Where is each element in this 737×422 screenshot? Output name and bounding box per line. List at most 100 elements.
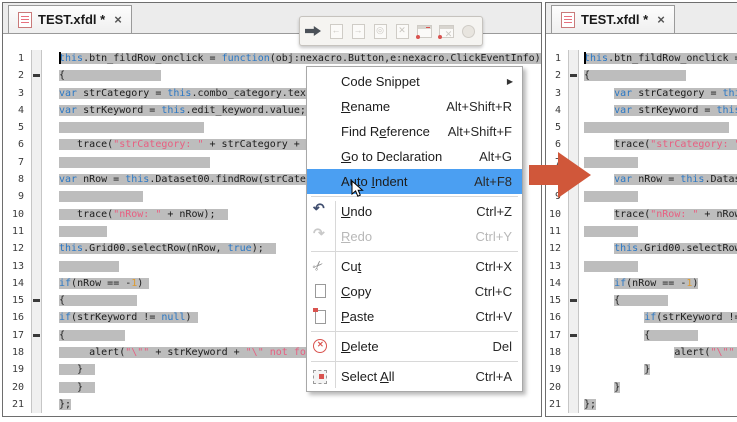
menu-shortcut: Ctrl+X — [460, 259, 512, 274]
code-line[interactable]: 15 { — [546, 292, 737, 309]
breakpoint-circle-icon[interactable] — [459, 22, 477, 40]
menu-item-undo[interactable]: UndoCtrl+Z — [307, 199, 522, 224]
code-line[interactable]: 1this.btn_fildRow_onclick = function(obj… — [3, 50, 541, 67]
line-number: 18 — [546, 344, 566, 361]
line-number: 21 — [3, 396, 29, 413]
code-line[interactable]: 21}; — [3, 396, 541, 413]
tab-left-test-xfdl[interactable]: TEST.xfdl * × — [8, 5, 132, 34]
menu-shortcut: Ctrl+A — [460, 369, 512, 384]
clear-breakpoint-icon[interactable]: ✕ — [437, 22, 455, 40]
line-number: 3 — [546, 85, 566, 102]
menu-item-paste[interactable]: PasteCtrl+V — [307, 304, 522, 329]
selected-text — [59, 261, 119, 272]
code-text — [579, 119, 729, 136]
menu-item-cut[interactable]: CutCtrl+X — [307, 254, 522, 279]
menu-shortcut: Ctrl+Y — [460, 229, 512, 244]
selected-text: { — [644, 330, 698, 341]
code-line[interactable]: 16 if(strKeyword != null) — [546, 309, 737, 326]
menu-item-rename[interactable]: RenameAlt+Shift+R — [307, 94, 522, 119]
code-editor-right[interactable]: 1this.btn_fildRow_onclick = function(obj… — [546, 34, 737, 413]
code-line[interactable]: 21}; — [546, 396, 737, 413]
code-text: { — [579, 67, 686, 84]
toggle-breakpoint-icon[interactable] — [415, 22, 433, 40]
code-text — [579, 258, 638, 275]
menu-shortcut: Alt+F8 — [458, 174, 512, 189]
menu-shortcut: Alt+Shift+R — [430, 99, 512, 114]
fold-margin — [568, 344, 579, 361]
line-number: 14 — [546, 275, 566, 292]
menu-shortcut: Ctrl+Z — [460, 204, 512, 219]
fold-margin — [31, 136, 42, 153]
code-line[interactable]: 10 trace("nRow: " + nRow); — [546, 206, 737, 223]
code-line[interactable]: 14 if(nRow == -1) — [546, 275, 737, 292]
code-text: trace("nRow: " + nRow); — [579, 206, 737, 223]
code-line[interactable]: 4 var strKeyword = this.edit_keyword.val… — [546, 102, 737, 119]
code-line[interactable]: 19 } — [546, 361, 737, 378]
fold-marker-icon[interactable] — [33, 299, 40, 302]
code-line[interactable]: 1this.btn_fildRow_onclick = function(obj… — [546, 50, 737, 67]
code-line[interactable]: 12 this.Grid00.selectRow(nRow, true); — [546, 240, 737, 257]
fold-marker-icon[interactable] — [570, 334, 577, 337]
fold-margin — [568, 206, 579, 223]
prev-bookmark-icon[interactable]: ← — [327, 22, 345, 40]
fold-margin — [31, 85, 42, 102]
selected-text: { — [59, 70, 161, 81]
code-text: { — [42, 67, 161, 84]
menu-item-code-snippet[interactable]: Code Snippet▶ — [307, 69, 522, 94]
fold-margin — [31, 309, 42, 326]
fold-marker-icon[interactable] — [570, 299, 577, 302]
line-number: 20 — [546, 379, 566, 396]
fold-marker-icon[interactable] — [570, 74, 577, 77]
line-number: 20 — [3, 379, 29, 396]
code-line[interactable]: 3 var strCategory = this.combo_category.… — [546, 85, 737, 102]
line-number: 14 — [3, 275, 29, 292]
tab-right-test-xfdl[interactable]: TEST.xfdl * × — [551, 5, 675, 34]
menu-item-label: Find Reference — [341, 124, 430, 139]
fold-marker-icon[interactable] — [33, 74, 40, 77]
menu-item-go-to-declaration[interactable]: Go to DeclarationAlt+G — [307, 144, 522, 169]
fold-margin — [568, 292, 579, 309]
view-bookmark-icon[interactable]: ◎ — [371, 22, 389, 40]
code-text — [579, 223, 638, 240]
code-line[interactable]: 11 — [546, 223, 737, 240]
menu-shortcut: Alt+G — [463, 149, 512, 164]
fold-margin — [568, 327, 579, 344]
fold-margin — [31, 206, 42, 223]
next-bookmark-icon[interactable]: → — [349, 22, 367, 40]
selected-text — [59, 191, 143, 202]
code-line[interactable]: 5 — [546, 119, 737, 136]
goto-marker-arrow-icon[interactable] — [305, 22, 323, 40]
code-text: } — [42, 361, 95, 378]
tab-close-icon[interactable]: × — [657, 12, 665, 27]
code-line[interactable]: 17 { — [546, 327, 737, 344]
menu-item-select-all[interactable]: Select AllCtrl+A — [307, 364, 522, 389]
code-line[interactable]: 13 — [546, 258, 737, 275]
selected-text — [59, 122, 204, 133]
code-line[interactable]: 18 alert("\"" + strKeyword + "\" not fou… — [546, 344, 737, 361]
selected-text — [584, 261, 638, 272]
code-line[interactable]: 2{ — [546, 67, 737, 84]
clear-bookmark-icon[interactable]: ✕ — [393, 22, 411, 40]
line-number: 4 — [546, 102, 566, 119]
fold-margin — [31, 223, 42, 240]
menu-item-copy[interactable]: CopyCtrl+C — [307, 279, 522, 304]
tab-close-icon[interactable]: × — [114, 12, 122, 27]
line-number: 15 — [3, 292, 29, 309]
fold-marker-icon[interactable] — [33, 334, 40, 337]
fold-margin — [568, 309, 579, 326]
fold-margin — [31, 154, 42, 171]
selected-text: var strCategory = this.combo_category.te… — [59, 88, 318, 99]
menu-item-redo[interactable]: RedoCtrl+Y — [307, 224, 522, 249]
code-text: if(strKeyword != null) — [579, 309, 737, 326]
selected-text: if(nRow == -1) — [59, 278, 149, 289]
xfdl-file-icon — [561, 12, 575, 28]
menu-item-find-reference[interactable]: Find ReferenceAlt+Shift+F — [307, 119, 522, 144]
editor-floating-toolbar: ← → ◎ ✕ ✕ — [299, 16, 483, 46]
mouse-cursor-icon — [351, 180, 365, 201]
code-line[interactable]: 20 } — [546, 379, 737, 396]
fold-margin — [31, 50, 42, 67]
fold-margin — [568, 223, 579, 240]
menu-item-delete[interactable]: DeleteDel — [307, 334, 522, 359]
fold-margin — [568, 258, 579, 275]
menu-item-auto-indent[interactable]: Auto IndentAlt+F8 — [307, 169, 522, 194]
